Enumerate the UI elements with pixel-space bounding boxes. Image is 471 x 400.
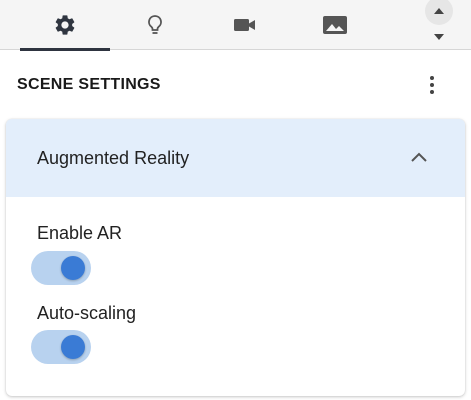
image-icon [323, 16, 347, 34]
video-camera-icon [234, 19, 255, 31]
auto-scaling-toggle[interactable] [31, 330, 91, 364]
augmented-reality-panel: Augmented Reality Enable AR Auto-scaling [6, 119, 465, 396]
kebab-dot-icon [430, 90, 434, 94]
kebab-dot-icon [430, 83, 434, 87]
page-title: SCENE SETTINGS [17, 76, 161, 93]
enable-ar-label: Enable AR [37, 223, 123, 243]
panel-header[interactable]: Augmented Reality [6, 119, 465, 197]
panel-title: Augmented Reality [37, 148, 190, 168]
tab-video[interactable] [200, 0, 290, 50]
enable-ar-toggle[interactable] [31, 251, 91, 285]
tab-bar [0, 0, 471, 51]
lightbulb-icon [148, 15, 162, 34]
caret-down-icon [434, 34, 444, 40]
tab-images[interactable] [290, 0, 380, 50]
scroll-up-button[interactable] [425, 0, 453, 25]
toggle-knob [61, 335, 85, 359]
kebab-dot-icon [430, 76, 434, 80]
tab-scroll-controls [418, 0, 458, 50]
scroll-down-button[interactable] [430, 30, 448, 44]
auto-scaling-label: Auto-scaling [37, 303, 137, 323]
toggle-knob [61, 256, 85, 280]
chevron-up-icon[interactable] [409, 149, 429, 165]
tab-ideas[interactable] [110, 0, 200, 50]
tab-settings[interactable] [20, 0, 110, 51]
more-options-button[interactable] [420, 72, 444, 98]
caret-up-icon [434, 8, 444, 14]
gear-icon [55, 15, 75, 35]
